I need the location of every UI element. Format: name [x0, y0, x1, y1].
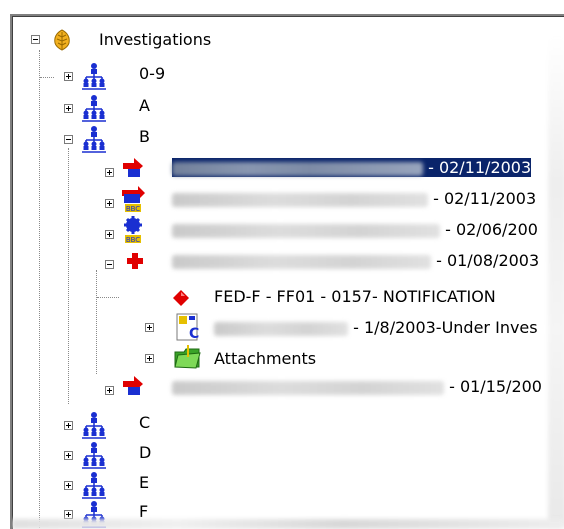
expand-toggle-attachments[interactable]	[145, 354, 154, 363]
tree-group-d[interactable]: D	[139, 442, 151, 464]
svg-text:BBC: BBC	[126, 205, 140, 213]
expand-toggle-f[interactable]	[64, 510, 73, 519]
red-blue-arrows-icon	[120, 155, 146, 185]
bottom-edge-artifact	[12, 519, 564, 529]
red-blue-arrows-icon	[120, 373, 146, 403]
collapse-toggle-investigations[interactable]	[31, 35, 40, 44]
tree-group-b[interactable]: B	[139, 126, 150, 148]
expand-toggle-e[interactable]	[64, 481, 73, 490]
tree-guide-line	[39, 50, 40, 528]
expand-toggle-b-item-3[interactable]	[105, 230, 114, 239]
expand-toggle-b-item-1[interactable]	[105, 168, 114, 177]
org-chart-icon	[80, 125, 108, 159]
tree-item-b-2[interactable]: - 02/11/2003	[172, 188, 536, 210]
org-chart-icon	[80, 62, 108, 96]
red-diamond-icon	[172, 289, 190, 311]
tree-guide-line	[96, 270, 97, 374]
tree-view[interactable]: Investigations 0-9 A B - 02/11/2003 BBC …	[10, 14, 564, 529]
tree-connector	[97, 297, 119, 298]
expand-toggle-document[interactable]	[145, 323, 154, 332]
collapse-toggle-b[interactable]	[64, 135, 73, 144]
expand-toggle-0-9[interactable]	[64, 72, 73, 81]
tree-item-notification[interactable]: FED-F - FF01 - 0157- NOTIFICATION	[214, 286, 496, 308]
document-c-icon: C	[172, 312, 202, 346]
expand-toggle-b-item-5[interactable]	[105, 386, 114, 395]
tree-item-b-5[interactable]: - 01/15/200	[172, 376, 542, 398]
tree-item-b-3[interactable]: - 02/06/200	[172, 219, 538, 241]
collapse-toggle-b-item-4[interactable]	[105, 260, 114, 269]
tree-item-b-1[interactable]: - 02/11/2003	[172, 157, 532, 179]
tree-group-e[interactable]: E	[139, 472, 149, 494]
svg-text:BBC: BBC	[126, 236, 140, 244]
tree-connector	[40, 77, 54, 78]
org-chart-icon	[80, 411, 108, 445]
tree-group-c[interactable]: C	[139, 412, 150, 434]
leaf-icon	[50, 28, 74, 56]
right-edge-artifact	[548, 36, 564, 526]
tree-guide-line	[68, 148, 69, 404]
expand-toggle-c[interactable]	[64, 421, 73, 430]
tree-item-b-4[interactable]: - 01/08/2003	[172, 250, 539, 272]
tree-item-attachments[interactable]: Attachments	[214, 348, 316, 370]
gear-badge-icon: BBC	[120, 215, 146, 249]
tree-group-0-9[interactable]: 0-9	[139, 63, 165, 85]
org-chart-icon	[80, 441, 108, 475]
tree-group-a[interactable]: A	[139, 95, 150, 117]
expand-toggle-d[interactable]	[64, 451, 73, 460]
red-cross-icon	[125, 251, 145, 275]
tree-root-label[interactable]: Investigations	[99, 29, 211, 51]
org-chart-icon	[80, 94, 108, 128]
svg-text:C: C	[189, 326, 199, 342]
tree-item-document[interactable]: - 1/8/2003-Under Inves	[214, 317, 538, 339]
folder-paperclip-icon	[172, 343, 202, 375]
expand-toggle-a[interactable]	[64, 104, 73, 113]
expand-toggle-b-item-2[interactable]	[105, 199, 114, 208]
blue-truck-badge-icon: BBC	[120, 184, 146, 218]
